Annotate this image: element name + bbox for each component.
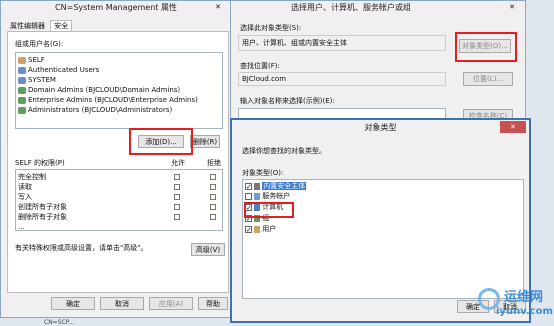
- close-button[interactable]: ✕: [207, 1, 229, 13]
- help-button[interactable]: 帮助: [198, 297, 228, 310]
- location-label: 查找位置(F):: [240, 62, 280, 70]
- location-button[interactable]: 位置(L)...: [463, 72, 513, 86]
- list-item[interactable]: Administrators (BJCLOUD\Administrators): [18, 106, 172, 115]
- deny-checkbox[interactable]: [210, 194, 216, 200]
- permission-row: 完全控制: [18, 173, 46, 181]
- close-button[interactable]: ✕: [500, 121, 526, 133]
- ok-button[interactable]: 确定: [51, 297, 95, 310]
- properties-dialog-title: CN=System Management 属性: [55, 3, 177, 12]
- object-types-title: 对象类型: [364, 123, 397, 132]
- object-type-checkbox[interactable]: ✓: [245, 225, 252, 233]
- group-icon: [18, 96, 26, 104]
- location-field: BJCloud.com: [238, 72, 446, 86]
- deny-checkbox[interactable]: [210, 204, 216, 210]
- object-types-list[interactable]: ✓ 内置安全主体 服务帐户 ✓ 计算机 ✓ 组 ✓ 用户: [242, 179, 524, 299]
- allow-checkbox[interactable]: [174, 204, 180, 210]
- permission-row: 读取: [18, 183, 32, 191]
- list-item[interactable]: Enterprise Admins (BJCLOUD\Enterprise Ad…: [18, 96, 198, 105]
- select-dialog-title: 选择用户、计算机、服务帐户或组: [291, 3, 411, 12]
- object-type-label: 选择此对象类型(S):: [240, 24, 302, 32]
- background-tree-item: CN=SCP...: [44, 319, 75, 326]
- allow-checkbox[interactable]: [174, 174, 180, 180]
- properties-dialog: CN=System Management 属性 ✕ 属性编辑器 安全 组或用户名…: [0, 0, 232, 318]
- allow-checkbox[interactable]: [174, 194, 180, 200]
- select-users-dialog: 选择用户、计算机、服务帐户或组 ✕ 选择此对象类型(S): 用户、计算机、组或内…: [230, 0, 526, 130]
- deny-checkbox[interactable]: [210, 214, 216, 220]
- list-item[interactable]: SELF: [18, 56, 45, 65]
- remove-button[interactable]: 删除(R): [190, 135, 220, 148]
- enter-names-label: 输入对象名称来选择(示例)(E):: [240, 97, 335, 105]
- list-item[interactable]: SYSTEM: [18, 76, 56, 85]
- apply-button[interactable]: 应用(A): [149, 297, 193, 310]
- object-type-checkbox[interactable]: ✓: [245, 182, 252, 190]
- permissions-label: SELF 的权限(P): [15, 159, 65, 167]
- group-icon: [18, 86, 26, 94]
- user-icon: [18, 76, 26, 84]
- advanced-hint: 有关特殊权限或高级设置，请单击"高级"。: [15, 244, 148, 252]
- close-button[interactable]: ✕: [501, 1, 523, 13]
- deny-checkbox[interactable]: [210, 174, 216, 180]
- list-item[interactable]: ✓ 内置安全主体: [245, 182, 307, 191]
- highlight-object-types: [455, 32, 517, 62]
- user-icon: [254, 225, 261, 233]
- object-type-checkbox[interactable]: [245, 192, 252, 200]
- permission-row: ...: [18, 223, 25, 231]
- user-icon: [18, 66, 26, 74]
- object-type-field: 用户、计算机、组或内置安全主体: [238, 35, 446, 51]
- allow-checkbox[interactable]: [174, 214, 180, 220]
- security-principal-icon: [254, 182, 261, 190]
- user-icon: [18, 56, 26, 64]
- permission-row: 创建所有子对象: [18, 203, 67, 211]
- tab-bar: 属性编辑器 安全: [7, 20, 73, 32]
- watermark: 运维网 iyunv.com: [472, 284, 554, 324]
- watermark-cn: 运维网: [504, 290, 544, 305]
- group-icon: [18, 106, 26, 114]
- object-types-label: 对象类型(O):: [242, 169, 284, 177]
- list-item[interactable]: Authenticated Users: [18, 66, 99, 75]
- allow-column-header: 允许: [171, 159, 185, 167]
- advanced-button[interactable]: 高级(V): [191, 243, 225, 256]
- deny-checkbox[interactable]: [210, 184, 216, 190]
- deny-column-header: 拒绝: [207, 159, 221, 167]
- list-item[interactable]: 服务帐户: [245, 192, 290, 201]
- list-item[interactable]: ✓ 用户: [245, 225, 276, 234]
- group-label: 组或用户名(G):: [15, 40, 64, 48]
- list-item[interactable]: Domain Admins (BJCLOUD\Domain Admins): [18, 86, 180, 95]
- cancel-button[interactable]: 取消: [100, 297, 144, 310]
- allow-checkbox[interactable]: [174, 184, 180, 190]
- object-types-instruction: 选择你想查找的对象类型。: [242, 147, 326, 155]
- watermark-url: iyunv.com: [496, 306, 553, 317]
- permission-row: 写入: [18, 193, 32, 201]
- permission-row: 删除所有子对象: [18, 213, 67, 221]
- highlight-computer: [244, 202, 294, 218]
- permissions-list: 完全控制 读取 写入 创建所有子对象 删除所有子对象 ...: [15, 169, 223, 231]
- user-list[interactable]: SELF Authenticated Users SYSTEM Domain A…: [15, 52, 223, 129]
- highlight-add-button: [129, 128, 193, 155]
- service-account-icon: [254, 192, 261, 200]
